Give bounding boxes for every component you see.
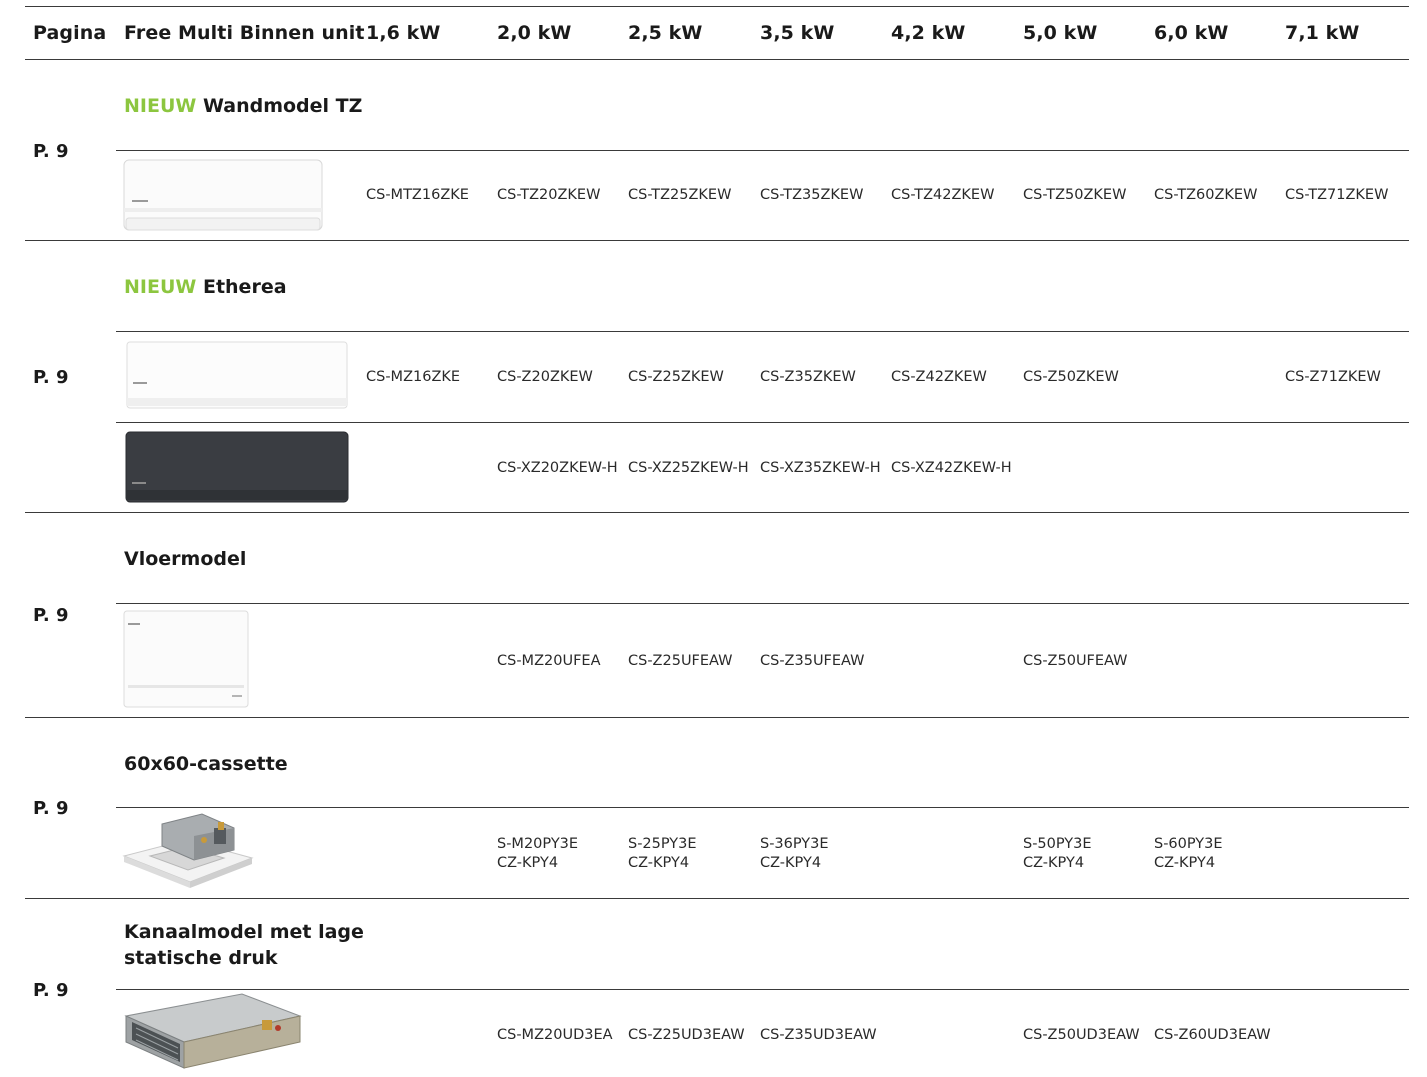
model-code: CS-Z50ZKEW [1023,369,1119,385]
section-title-kanaalmodel: Kanaalmodel met lage statische druk [124,919,364,971]
panel-code: CZ-KPY4 [628,855,690,871]
model-code: CS-MZ20UFEA [497,653,601,669]
page-reference: P. 9 [33,141,69,162]
section-title-etherea: NIEUW Etherea [124,274,287,300]
model-code: CS-Z50UD3EAW [1023,1027,1140,1043]
header-capacity-6: 5,0 kW [1023,22,1098,44]
model-code: CS-XZ25ZKEW-H [628,460,749,476]
model-code: CS-TZ42ZKEW [891,187,995,203]
header-capacity-8: 7,1 kW [1285,22,1360,44]
model-code: CS-MZ16ZKE [366,369,461,385]
model-code: CS-XZ20ZKEW-H [497,460,618,476]
model-code: CS-TZ20ZKEW [497,187,601,203]
duct-low-static-image [124,993,302,1069]
section-title-text: Wandmodel TZ [202,95,363,117]
section-divider [25,240,1409,241]
model-code: CS-Z42ZKEW [891,369,987,385]
section-inner-rule [116,603,1409,604]
section-title-line: statische druk [124,947,278,969]
model-code: S-M20PY3E [497,836,579,852]
model-code: CS-Z35ZKEW [760,369,856,385]
page-reference: P. 9 [33,367,69,388]
header-capacity-1: 1,6 kW [366,22,441,44]
model-code: CS-XZ42ZKEW-H [891,460,1012,476]
section-inner-rule [116,331,1409,332]
model-code: S-36PY3E [760,836,829,852]
model-code: CS-Z35UD3EAW [760,1027,877,1043]
section-title-line: Kanaalmodel met lage [124,921,364,943]
new-badge: NIEUW [124,276,197,298]
cassette-60x60-image [122,813,254,888]
model-code: CS-TZ71ZKEW [1285,187,1389,203]
panel-code: CZ-KPY4 [760,855,822,871]
model-code: CS-Z60UD3EAW [1154,1027,1271,1043]
model-code: S-50PY3E [1023,836,1092,852]
header-capacity-5: 4,2 kW [891,22,966,44]
model-code: CS-Z71ZKEW [1285,369,1381,385]
model-code: CS-Z50UFEAW [1023,653,1128,669]
page-reference: P. 9 [33,980,69,1001]
etherea-white-image [126,341,348,409]
model-code: CS-Z25UFEAW [628,653,733,669]
section-title-text: Etherea [202,276,287,298]
model-code: CS-TZ25ZKEW [628,187,732,203]
etherea-graphite-image [125,431,349,503]
header-unit-column: Free Multi Binnen unit [124,22,365,44]
header-capacity-7: 6,0 kW [1154,22,1229,44]
header-capacity-4: 3,5 kW [760,22,835,44]
model-code: CS-TZ50ZKEW [1023,187,1127,203]
model-code: CS-XZ35ZKEW-H [760,460,881,476]
new-badge: NIEUW [124,95,197,117]
model-code: CS-TZ35ZKEW [760,187,864,203]
model-code: CS-Z25UD3EAW [628,1027,745,1043]
model-code: CS-Z20ZKEW [497,369,593,385]
section-divider [25,898,1409,899]
header-top-rule [25,6,1409,7]
model-code: S-60PY3E [1154,836,1223,852]
section-divider [25,717,1409,718]
header-capacity-2: 2,0 kW [497,22,572,44]
section-inner-rule [116,807,1409,808]
page-reference: P. 9 [33,798,69,819]
section-inner-rule [116,989,1409,990]
model-code: CS-Z35UFEAW [760,653,865,669]
section-title-cassette: 60x60-cassette [124,753,288,775]
model-code: CS-TZ60ZKEW [1154,187,1258,203]
wall-unit-white-image [123,159,323,231]
panel-code: CZ-KPY4 [497,855,559,871]
floor-console-image [123,610,249,708]
section-inner-rule [116,150,1409,151]
model-code: S-25PY3E [628,836,697,852]
row-divider [116,422,1409,423]
header-capacity-3: 2,5 kW [628,22,703,44]
model-code: CS-MZ20UD3EA [497,1027,613,1043]
panel-code: CZ-KPY4 [1154,855,1216,871]
header-pagina: Pagina [33,22,107,44]
section-title-vloermodel: Vloermodel [124,548,247,570]
page-reference: P. 9 [33,605,69,626]
section-title-wandmodel-tz: NIEUW Wandmodel TZ [124,93,362,119]
section-divider [25,512,1409,513]
header-bottom-rule [25,59,1409,60]
model-code: CS-MTZ16ZKE [366,187,469,203]
panel-code: CZ-KPY4 [1023,855,1085,871]
model-code: CS-Z25ZKEW [628,369,724,385]
